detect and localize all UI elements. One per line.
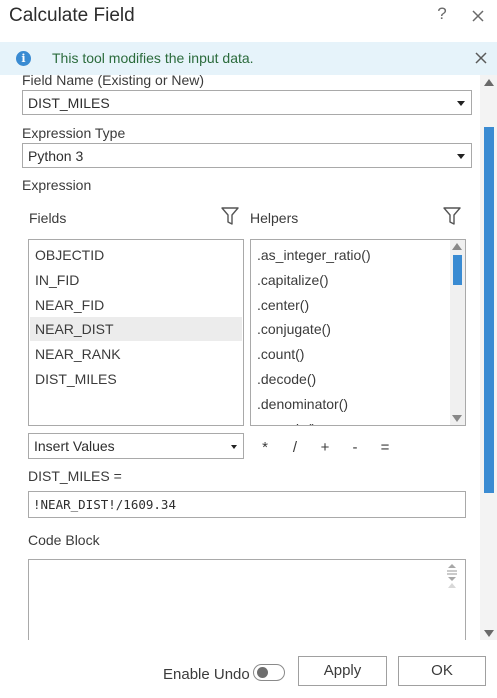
expression-type-dropdown[interactable]: Python 3 — [22, 143, 472, 168]
apply-button[interactable]: Apply — [298, 656, 387, 686]
helpers-scrollbar[interactable] — [450, 240, 465, 425]
enable-undo-toggle[interactable] — [253, 664, 285, 681]
scroll-up-icon[interactable] — [484, 79, 494, 86]
info-icon: i — [16, 51, 31, 66]
close-icon[interactable] — [470, 8, 486, 24]
helpers-label: Helpers — [250, 210, 299, 226]
filter-icon[interactable] — [221, 206, 239, 226]
list-item[interactable]: .count() — [252, 342, 450, 366]
operator-multiply-button[interactable]: * — [258, 439, 272, 456]
chevron-down-icon — [457, 154, 465, 159]
dialog-footer: Enable Undo Apply OK — [0, 640, 497, 698]
scrollbar-thumb[interactable] — [484, 127, 494, 493]
chevron-down-icon — [457, 101, 465, 106]
expression-target-label: DIST_MILES = — [28, 468, 122, 484]
scrollbar-thumb[interactable] — [453, 255, 462, 285]
expression-input[interactable]: !NEAR_DIST!/1609.34 — [28, 491, 466, 518]
enable-undo-label: Enable Undo — [163, 666, 250, 683]
list-item[interactable]: .capitalize() — [252, 268, 450, 292]
help-button[interactable]: ? — [434, 4, 450, 24]
calculate-field-dialog: Calculate Field ? i This tool modifies t… — [0, 0, 497, 698]
parameters-panel: Field Name (Existing or New) DIST_MILES … — [0, 75, 480, 640]
expression-type-value: Python 3 — [28, 148, 84, 164]
fields-list[interactable]: OBJECTID IN_FID NEAR_FID NEAR_DIST NEAR_… — [28, 239, 244, 426]
insert-values-label: Insert Values — [34, 438, 115, 454]
toggle-knob — [257, 667, 268, 678]
filter-icon[interactable] — [443, 206, 461, 226]
field-name-dropdown[interactable]: DIST_MILES — [22, 90, 472, 115]
list-item[interactable]: OBJECTID — [30, 243, 242, 267]
helpers-list[interactable]: .as_integer_ratio() .capitalize() .cente… — [250, 239, 466, 426]
resize-handle-icon[interactable] — [445, 562, 459, 592]
fields-label: Fields — [29, 210, 67, 226]
dialog-title: Calculate Field — [9, 5, 135, 26]
operator-add-button[interactable]: + — [318, 439, 332, 456]
chevron-down-icon — [231, 445, 237, 449]
title-bar: Calculate Field ? — [0, 0, 497, 38]
list-item[interactable]: .center() — [252, 293, 450, 317]
list-item[interactable]: .encode() — [252, 417, 450, 425]
info-banner: i This tool modifies the input data. — [0, 42, 497, 75]
list-item[interactable]: .denominator() — [252, 392, 450, 416]
scroll-down-icon[interactable] — [484, 630, 494, 637]
operator-subtract-button[interactable]: - — [348, 439, 362, 456]
list-item[interactable]: .decode() — [252, 367, 450, 391]
expression-section-label: Expression — [22, 177, 92, 193]
code-block-input[interactable] — [28, 559, 466, 640]
close-icon[interactable] — [474, 51, 488, 65]
list-item-selected[interactable]: NEAR_DIST — [30, 317, 242, 341]
expression-value: !NEAR_DIST!/1609.34 — [33, 497, 176, 512]
expression-type-label: Expression Type — [22, 125, 126, 141]
operator-equals-button[interactable]: = — [378, 439, 392, 456]
info-message: This tool modifies the input data. — [52, 50, 254, 66]
field-name-value: DIST_MILES — [28, 95, 110, 111]
list-item[interactable]: IN_FID — [30, 268, 242, 292]
ok-button[interactable]: OK — [398, 656, 486, 686]
scroll-down-icon[interactable] — [452, 415, 462, 422]
list-item[interactable]: .conjugate() — [252, 317, 450, 341]
scroll-up-icon[interactable] — [452, 243, 462, 250]
insert-values-dropdown[interactable]: Insert Values — [28, 433, 244, 459]
field-name-label: Field Name (Existing or New) — [22, 75, 205, 88]
list-item[interactable]: NEAR_FID — [30, 293, 242, 317]
main-scrollbar[interactable] — [480, 75, 497, 640]
operator-divide-button[interactable]: / — [288, 439, 302, 456]
list-item[interactable]: NEAR_RANK — [30, 342, 242, 366]
code-block-label: Code Block — [28, 532, 100, 548]
list-item[interactable]: DIST_MILES — [30, 367, 242, 391]
list-item[interactable]: .as_integer_ratio() — [252, 243, 450, 267]
